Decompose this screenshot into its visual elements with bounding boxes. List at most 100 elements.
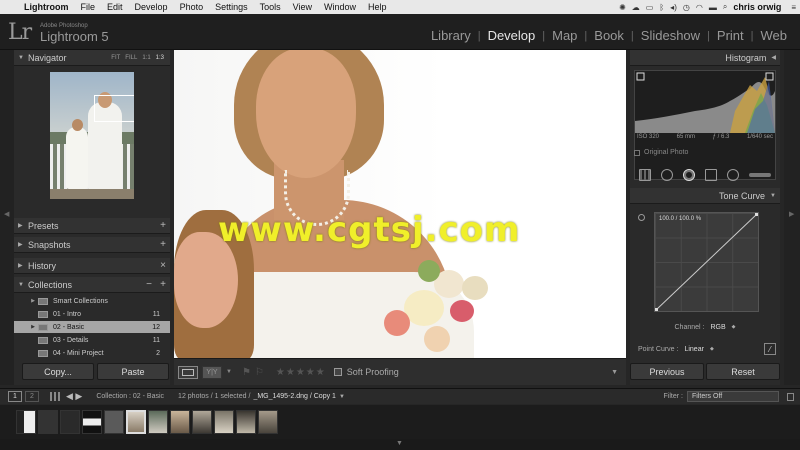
history-header[interactable]: ▶ History × — [14, 258, 170, 274]
collection-item-details[interactable]: 03 - Details 11 — [14, 334, 170, 346]
red-eye-icon[interactable] — [683, 169, 695, 181]
zoom-1-1[interactable]: 1:1 — [142, 55, 150, 61]
filmstrip-thumb-selected[interactable] — [126, 410, 146, 434]
right-panel-toggle[interactable]: ▶ — [784, 50, 800, 385]
bluetooth-icon[interactable]: ᛒ — [659, 3, 664, 12]
user-name[interactable]: chris orwig — [733, 2, 785, 12]
cloud-icon[interactable]: ☁ — [632, 3, 640, 12]
presets-header[interactable]: ▶ Presets + — [14, 218, 170, 234]
adjustment-brush-icon[interactable] — [749, 173, 771, 177]
battery-icon[interactable]: ▬ — [709, 3, 717, 12]
filmstrip-thumb[interactable] — [214, 410, 234, 434]
filmstrip-filename[interactable]: _MG_1495-2.dng / Copy 1 — [253, 393, 336, 400]
paste-settings-button[interactable]: Paste — [97, 363, 169, 380]
menu-settings[interactable]: Settings — [209, 2, 254, 12]
original-photo-checkbox[interactable] — [634, 149, 640, 156]
filename-dropdown-icon[interactable]: ▼ — [339, 394, 345, 400]
collection-item-smart[interactable]: ▶ Smart Collections — [14, 295, 170, 307]
module-develop[interactable]: Develop — [481, 28, 543, 43]
navigator-preview[interactable] — [50, 72, 134, 199]
before-after-button[interactable]: Y|Y — [202, 365, 222, 379]
filmstrip-source[interactable]: Collection : 02 - Basic — [96, 393, 164, 400]
loupe-view-button[interactable] — [178, 365, 198, 379]
targeted-adjustment-icon[interactable] — [638, 214, 645, 221]
tone-curve-graph[interactable]: 100.0 / 100.0 % — [654, 212, 759, 312]
menu-develop[interactable]: Develop — [129, 2, 174, 12]
collection-item-mini-project[interactable]: 04 - Mini Project 2 — [14, 347, 170, 359]
filmstrip-thumb[interactable] — [148, 410, 168, 434]
zoom-1-3[interactable]: 1:3 — [156, 55, 164, 61]
filmstrip-thumb[interactable] — [104, 410, 124, 434]
window-1-button[interactable]: 1 — [8, 391, 22, 402]
flag-reject-icon[interactable]: ⚐ — [255, 367, 264, 378]
module-print[interactable]: Print — [710, 28, 751, 43]
snapshots-header[interactable]: ▶ Snapshots + — [14, 237, 170, 253]
collection-item-intro[interactable]: 01 - Intro 11 — [14, 308, 170, 320]
add-snapshot-icon[interactable]: + — [156, 239, 170, 250]
clear-history-icon[interactable]: × — [156, 260, 170, 271]
point-curve-value[interactable]: Linear — [684, 346, 703, 353]
crop-overlay-icon[interactable] — [639, 169, 651, 181]
filmstrip-thumb[interactable] — [192, 410, 212, 434]
channel-dropdown-icon[interactable]: ◆ — [732, 324, 736, 331]
menu-file[interactable]: File — [75, 2, 102, 12]
collection-item-basic[interactable]: ▶ 02 - Basic 12 — [14, 321, 170, 333]
volume-icon[interactable]: ◂) — [670, 3, 677, 12]
window-2-button[interactable]: 2 — [25, 391, 39, 402]
collapse-collections-icon[interactable]: − — [142, 279, 156, 290]
add-collection-icon[interactable]: + — [156, 279, 170, 290]
flag-pick-icon[interactable]: ⚑ — [242, 367, 251, 378]
menu-tools[interactable]: Tools — [254, 2, 287, 12]
filmstrip-thumb[interactable] — [82, 410, 102, 434]
navigation-arrows-icon[interactable]: ◀ ▶ — [66, 391, 82, 402]
menu-help[interactable]: Help — [362, 2, 393, 12]
histogram-header[interactable]: Histogram ◀ — [630, 50, 780, 66]
previous-button[interactable]: Previous — [630, 363, 704, 380]
module-book[interactable]: Book — [587, 28, 631, 43]
zoom-fill[interactable]: FILL — [125, 55, 137, 61]
menu-photo[interactable]: Photo — [174, 2, 210, 12]
point-curve-dropdown-icon[interactable]: ◆ — [710, 346, 714, 352]
display-icon[interactable]: ▭ — [646, 3, 654, 12]
module-web[interactable]: Web — [754, 28, 795, 43]
toolbar-menu-icon[interactable]: ▼ — [611, 369, 618, 376]
navigator-header[interactable]: ▼ Navigator FIT FILL 1:1 1:3 — [14, 50, 170, 66]
left-panel-toggle[interactable]: ◀ — [0, 50, 14, 385]
filmstrip-thumb[interactable] — [60, 410, 80, 434]
filmstrip-thumb[interactable] — [38, 410, 58, 434]
filmstrip-thumb[interactable] — [170, 410, 190, 434]
radial-filter-icon[interactable] — [727, 169, 739, 181]
grid-view-icon[interactable] — [50, 392, 60, 401]
zoom-fit[interactable]: FIT — [111, 55, 120, 61]
add-preset-icon[interactable]: + — [156, 220, 170, 231]
menu-view[interactable]: View — [287, 2, 318, 12]
channel-value[interactable]: RGB — [710, 324, 725, 331]
clock-icon[interactable]: ◷ — [683, 3, 690, 12]
menu-window[interactable]: Window — [318, 2, 362, 12]
edit-point-curve-icon[interactable]: ⁄ — [764, 343, 776, 355]
graduated-filter-icon[interactable] — [705, 169, 717, 181]
navigator-zoom-rect[interactable] — [94, 95, 134, 122]
filmstrip-thumb[interactable] — [236, 410, 256, 434]
star-rating[interactable]: ★★★★★ — [276, 367, 326, 378]
filmstrip-thumb[interactable] — [258, 410, 278, 434]
filmstrip-thumb[interactable] — [16, 410, 36, 434]
collections-header[interactable]: ▼ Collections − + — [14, 277, 170, 293]
notification-icon[interactable]: ≡ — [791, 3, 796, 12]
copy-settings-button[interactable]: Copy... — [22, 363, 94, 380]
spot-removal-icon[interactable] — [661, 169, 673, 181]
channel-selector[interactable]: Channel : RGB ◆ — [634, 324, 776, 331]
module-library[interactable]: Library — [424, 28, 478, 43]
menu-edit[interactable]: Edit — [101, 2, 129, 12]
search-icon[interactable]: ⌕ — [723, 2, 727, 12]
module-map[interactable]: Map — [545, 28, 584, 43]
before-after-dropdown-icon[interactable]: ▼ — [226, 369, 232, 375]
main-image-view[interactable]: www.cgtsj.com — [174, 50, 626, 358]
wifi-icon[interactable]: ◠ — [696, 3, 703, 12]
module-slideshow[interactable]: Slideshow — [634, 28, 707, 43]
reset-button[interactable]: Reset — [706, 363, 780, 380]
filter-lock-icon[interactable] — [787, 392, 794, 401]
filmstrip-footer[interactable]: ▼ — [0, 439, 800, 450]
original-photo-toggle[interactable]: Original Photo — [634, 149, 688, 156]
sync-icon[interactable]: ✺ — [619, 3, 626, 12]
